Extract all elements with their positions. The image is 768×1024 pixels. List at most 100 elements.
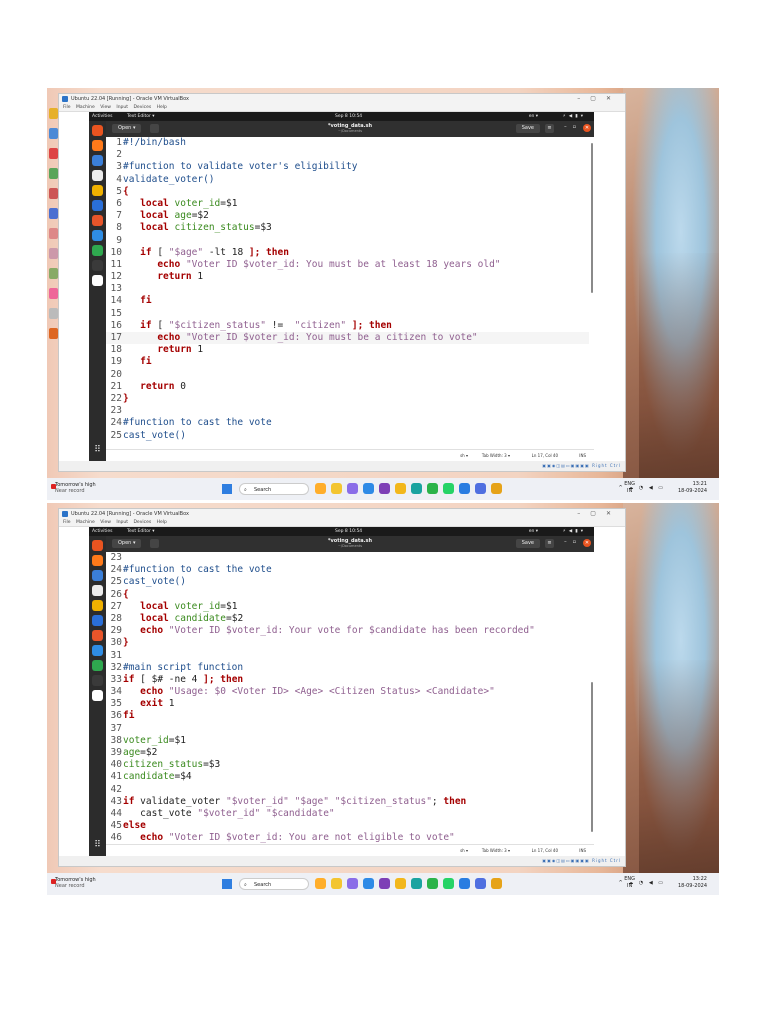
device-status-icons[interactable]: ▣▣◉◫▤▭▣▣▣▣ Right Ctrl [542, 461, 621, 471]
code-line[interactable]: 18 return 1 [106, 344, 589, 356]
edge-icon[interactable] [411, 483, 422, 494]
code-line[interactable]: 45else [106, 820, 589, 832]
clock[interactable]: 13:21 18-09-2024 [678, 481, 707, 495]
code-line[interactable]: 30} [106, 637, 589, 649]
input-language[interactable]: en ▾ [529, 112, 538, 121]
save-button[interactable]: Save [515, 124, 540, 133]
photos-icon[interactable] [347, 878, 358, 889]
virtualbox-window[interactable]: Ubuntu 22.04 [Running] - Oracle VM Virtu… [58, 93, 626, 472]
input-language[interactable]: en ▾ [529, 527, 538, 536]
rhythmbox-icon[interactable] [92, 185, 103, 196]
code-text[interactable] [122, 650, 123, 661]
window-controls[interactable]: –▫ [564, 539, 582, 545]
clock[interactable]: 13:22 18-09-2024 [678, 876, 707, 890]
taskbar-search[interactable]: ⌕ Search [239, 483, 309, 495]
code-text[interactable] [122, 283, 123, 294]
text-editor-icon[interactable] [92, 275, 103, 286]
vscode-icon[interactable] [459, 878, 470, 889]
code-text[interactable]: } [122, 393, 129, 404]
code-text[interactable]: if [ "$age" -lt 18 ]; then [122, 247, 289, 258]
code-line[interactable]: 12 return 1 [106, 271, 589, 283]
code-text[interactable] [122, 235, 123, 246]
window-controls[interactable]: –▢✕ [577, 94, 621, 104]
language-selector[interactable]: sh ▾ [460, 450, 468, 461]
code-line[interactable]: 6 local voter_id=$1 [106, 198, 589, 210]
code-line[interactable]: 19 fi [106, 356, 589, 368]
terminal-icon[interactable] [92, 675, 103, 686]
code-line[interactable]: 11 echo "Voter ID $voter_id: You must be… [106, 259, 589, 271]
code-line[interactable]: 33if [ $# -ne 4 ]; then [106, 674, 589, 686]
code-line[interactable]: 29 echo "Voter ID $voter_id: Your vote f… [106, 625, 589, 637]
code-line[interactable]: 3#function to validate voter's eligibili… [106, 161, 589, 173]
code-line[interactable]: 25cast_vote() [106, 430, 589, 442]
chrome-icon[interactable] [92, 660, 103, 671]
code-text[interactable] [122, 405, 123, 416]
code-text[interactable]: return 1 [122, 271, 203, 282]
code-text[interactable]: local voter_id=$1 [122, 198, 237, 209]
menu-file[interactable]: File [63, 105, 71, 110]
code-text[interactable]: { [122, 589, 129, 600]
tab-width-selector[interactable]: Tab Width: 3 ▾ [482, 450, 510, 461]
photos-icon[interactable] [347, 483, 358, 494]
code-text[interactable] [122, 308, 123, 319]
code-line[interactable]: 2 [106, 149, 589, 161]
code-text[interactable]: echo "Voter ID $voter_id: You are not el… [122, 832, 455, 843]
code-text[interactable]: } [122, 637, 129, 648]
menu-input[interactable]: Input [116, 520, 128, 525]
code-line[interactable]: 31 [106, 650, 589, 662]
code-line[interactable]: 15 [106, 308, 589, 320]
software-icon[interactable] [92, 215, 103, 226]
ubuntu-icon[interactable] [92, 540, 103, 551]
system-menu-icons[interactable]: ⚡◀▮▾ [563, 112, 586, 121]
weather-icon[interactable] [315, 483, 326, 494]
taskbar-search[interactable]: ⌕ Search [239, 878, 309, 890]
unknown-app-icon[interactable] [491, 483, 502, 494]
firefox-icon[interactable] [92, 140, 103, 151]
activities-button[interactable]: Activities [92, 112, 113, 121]
code-line[interactable]: 23 [106, 552, 589, 564]
input-language[interactable]: ENG IN [624, 481, 635, 495]
input-language[interactable]: ENG IN [624, 876, 635, 890]
code-line[interactable]: 17 echo "Voter ID $voter_id: You must be… [106, 332, 589, 345]
code-line[interactable]: 9 [106, 235, 589, 247]
code-text[interactable] [122, 369, 123, 380]
window-controls[interactable]: –▫ [564, 124, 582, 130]
files-icon[interactable] [331, 878, 342, 889]
scrollbar[interactable] [590, 137, 594, 449]
code-text[interactable]: { [122, 186, 129, 197]
code-line[interactable]: 10 if [ "$age" -lt 18 ]; then [106, 247, 589, 259]
code-text[interactable]: local age=$2 [122, 210, 209, 221]
code-text[interactable]: citizen_status=$3 [122, 759, 220, 770]
files-icon[interactable] [331, 483, 342, 494]
code-text[interactable]: cast_vote() [122, 430, 186, 441]
clock[interactable]: Sep 8 10:54 [335, 527, 362, 536]
app-menu[interactable]: Text Editor ▾ [127, 112, 155, 121]
code-line[interactable]: 1#!/bin/bash [106, 137, 589, 149]
whatsapp-icon[interactable] [443, 878, 454, 889]
menu-file[interactable]: File [63, 520, 71, 525]
code-view[interactable]: 23 24#function to cast the vote 25cast_vot… [106, 552, 589, 857]
chrome-icon[interactable] [92, 245, 103, 256]
text-editor-window[interactable]: Open ▾ *voting_data.sh ~/Documents Save … [106, 536, 594, 856]
menu-machine[interactable]: Machine [76, 520, 95, 525]
code-text[interactable]: exit 1 [122, 698, 174, 709]
menu-view[interactable]: View [100, 105, 111, 110]
system-menu-icons[interactable]: ⚡◀▮▾ [563, 527, 586, 536]
code-line[interactable]: 25cast_vote() [106, 576, 589, 588]
text-editor-icon[interactable] [92, 690, 103, 701]
code-line[interactable]: 40citizen_status=$3 [106, 759, 589, 771]
code-text[interactable]: else [122, 820, 146, 831]
code-text[interactable]: echo "Usage: $0 <Voter ID> <Age> <Citize… [122, 686, 495, 697]
rhythmbox-icon[interactable] [92, 600, 103, 611]
menu-help[interactable]: Help [157, 105, 167, 110]
close-icon[interactable]: ✕ [583, 124, 591, 132]
code-line[interactable]: 28 local candidate=$2 [106, 613, 589, 625]
weather-icon[interactable] [315, 878, 326, 889]
firefox-icon[interactable] [92, 555, 103, 566]
code-line[interactable]: 43if validate_voter "$voter_id" "$age" "… [106, 796, 589, 808]
code-text[interactable]: fi [122, 295, 151, 306]
code-line[interactable]: 22} [106, 393, 589, 405]
code-line[interactable]: 34 echo "Usage: $0 <Voter ID> <Age> <Cit… [106, 686, 589, 698]
hamburger-menu-icon[interactable]: ≡ [545, 124, 554, 133]
explorer-icon[interactable] [395, 483, 406, 494]
